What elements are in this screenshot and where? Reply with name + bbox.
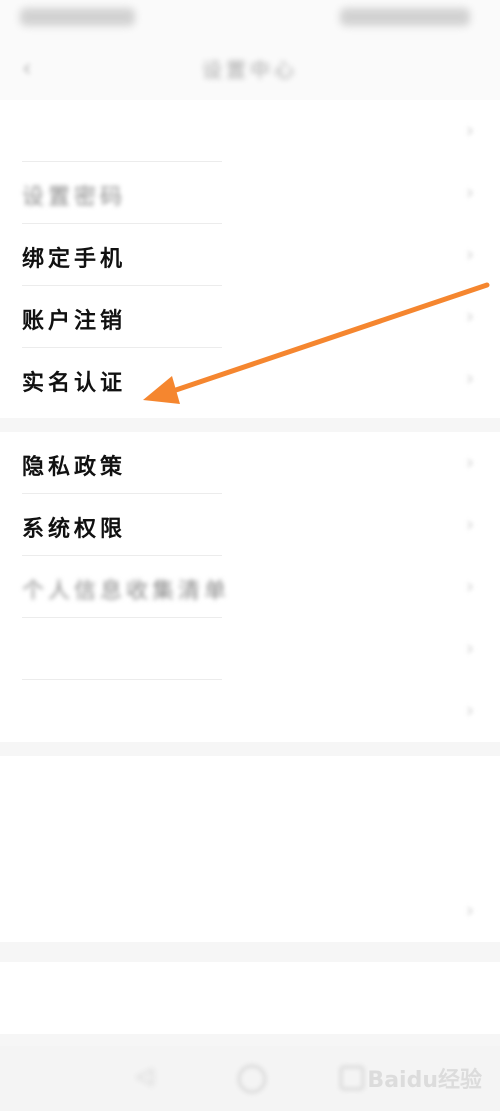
chevron-right-icon: › (466, 242, 474, 266)
settings-row[interactable]: › (0, 680, 500, 742)
nav-home-icon[interactable] (238, 1065, 266, 1093)
chevron-right-icon: › (466, 898, 474, 922)
chevron-right-icon: › (466, 574, 474, 598)
settings-row-set-password[interactable]: 设置密码 › (0, 162, 500, 224)
row-label: 隐私政策 (22, 455, 127, 480)
status-bar-left-indicators (20, 8, 135, 26)
settings-row-personal-info-list[interactable]: 个人信息收集清单 › (0, 556, 500, 618)
nav-back-icon[interactable]: ◁ (136, 1064, 153, 1089)
row-label: 系统权限 (22, 517, 127, 542)
privacy-settings-group: 隐私政策 › 系统权限 › 个人信息收集清单 › › › (0, 432, 500, 742)
status-bar-right-indicators (340, 8, 470, 26)
row-label: 实名认证 (22, 371, 127, 396)
baidu-jingyan-watermark: Baidu经验 (367, 1068, 482, 1093)
chevron-right-icon: › (466, 304, 474, 328)
settings-row-privacy-policy[interactable]: 隐私政策 › (0, 432, 500, 494)
chevron-right-icon: › (466, 698, 474, 722)
settings-row-account-cancel[interactable]: 账户注销 › (0, 286, 500, 348)
page-title: 设置中心 (202, 58, 298, 82)
settings-row[interactable]: › (0, 880, 500, 942)
chevron-right-icon: › (466, 450, 474, 474)
settings-row[interactable] (0, 818, 500, 880)
chevron-right-icon: › (466, 180, 474, 204)
logout-button[interactable] (0, 962, 500, 1034)
account-settings-group: › 设置密码 › 绑定手机 › 账户注销 › 实名认证 › (0, 100, 500, 418)
row-label: 账户注销 (22, 309, 127, 334)
chevron-right-icon: › (466, 512, 474, 536)
settings-row[interactable]: › (0, 618, 500, 680)
settings-row-real-name-auth[interactable]: 实名认证 › (0, 348, 500, 410)
row-label: 绑定手机 (22, 247, 127, 272)
settings-row-bind-phone[interactable]: 绑定手机 › (0, 224, 500, 286)
chevron-right-icon: › (466, 118, 474, 142)
page-header: ‹ 设置中心 (0, 38, 500, 100)
chevron-right-icon: › (466, 636, 474, 660)
settings-row[interactable] (0, 756, 500, 818)
nav-recent-icon[interactable] (340, 1066, 364, 1090)
row-label: 设置密码 (22, 185, 127, 210)
chevron-right-icon: › (466, 366, 474, 390)
row-label: 个人信息收集清单 (22, 579, 231, 604)
other-settings-group: › (0, 756, 500, 942)
status-bar (0, 0, 500, 38)
settings-row[interactable]: › (0, 100, 500, 162)
settings-row-system-permissions[interactable]: 系统权限 › (0, 494, 500, 556)
